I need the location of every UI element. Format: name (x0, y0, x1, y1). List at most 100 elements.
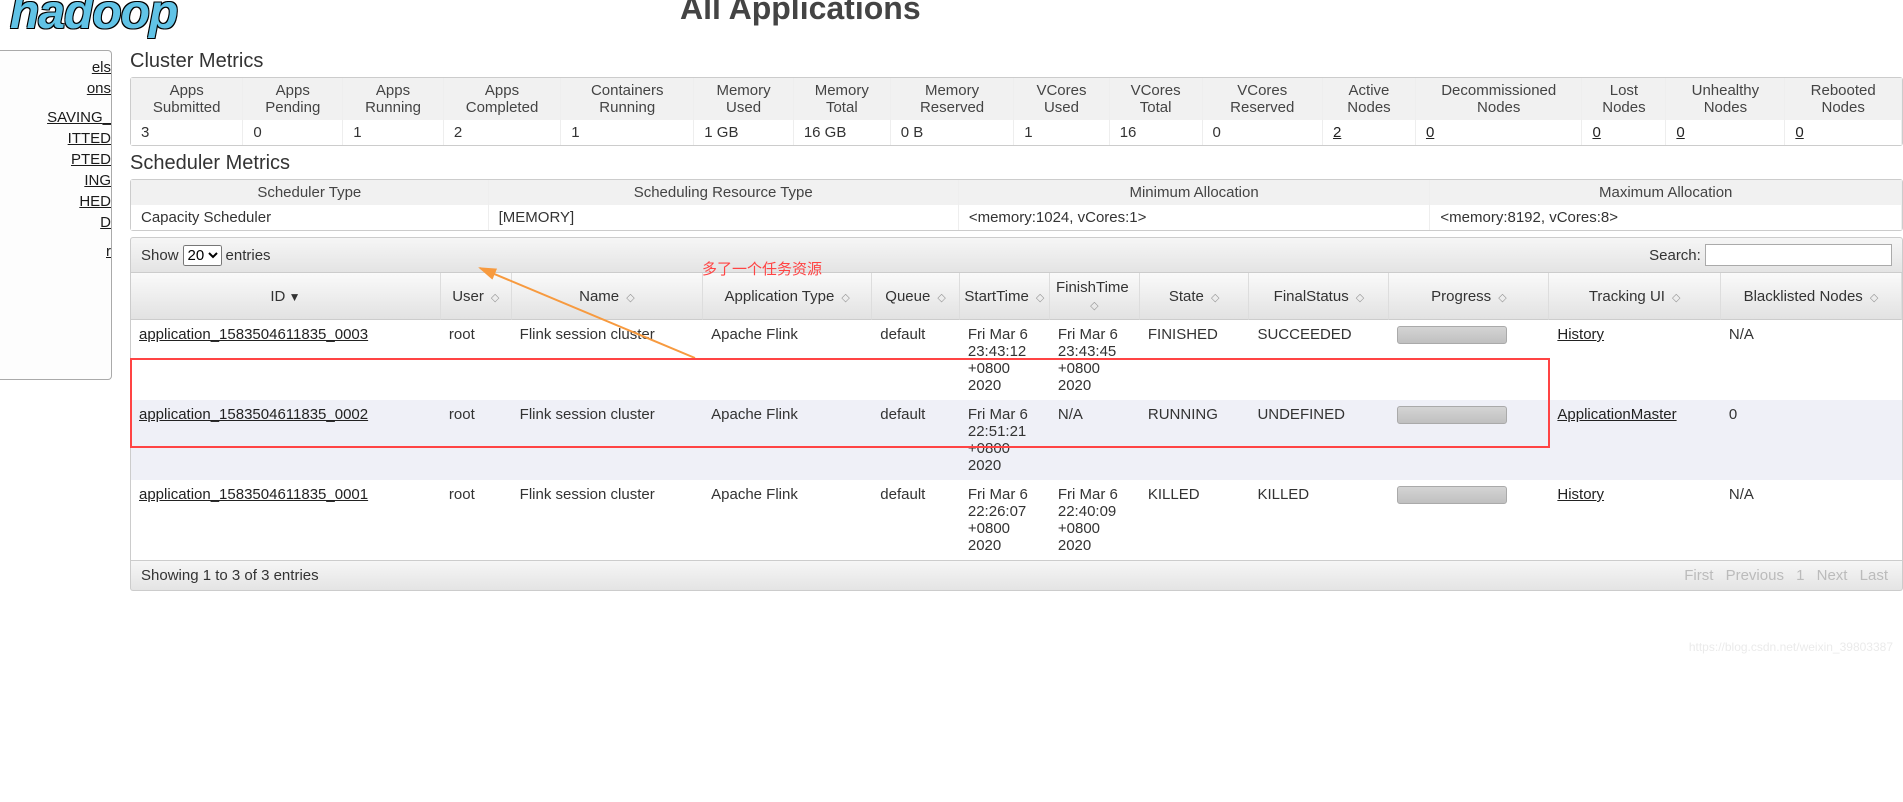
column-header[interactable]: User ◇ (441, 273, 512, 320)
metrics-value: 16 GB (794, 120, 891, 145)
cell-blacklist: N/A (1721, 320, 1902, 400)
id-link[interactable]: application_1583504611835_0001 (139, 486, 368, 503)
page-first[interactable]: First (1684, 567, 1713, 584)
tracking-link[interactable]: ApplicationMaster (1557, 406, 1676, 423)
page-prev[interactable]: Previous (1726, 567, 1784, 584)
metrics-value: 1 (561, 120, 694, 145)
metrics-value: 0 (1416, 120, 1582, 145)
datatable-footer: Showing 1 to 3 of 3 entries First Previo… (130, 561, 1903, 591)
cell-type: Apache Flink (703, 480, 872, 560)
metrics-value: 3 (131, 120, 243, 145)
metrics-header: VCores Reserved (1203, 78, 1323, 120)
metrics-link[interactable]: 0 (1676, 124, 1684, 141)
column-header[interactable]: StartTime ◇ (960, 273, 1050, 320)
metrics-header: VCores Total (1110, 78, 1203, 120)
metrics-value: 2 (444, 120, 561, 145)
cluster-metrics-table: Apps SubmittedApps PendingApps RunningAp… (130, 77, 1903, 146)
metrics-link[interactable]: 0 (1426, 124, 1434, 141)
cell-start: Fri Mar 6 22:51:21 +0800 2020 (960, 400, 1050, 480)
cell-blacklist: N/A (1721, 480, 1902, 560)
table-row: application_1583504611835_0001rootFlink … (131, 480, 1902, 560)
metrics-header: Unhealthy Nodes (1666, 78, 1785, 120)
cell-final: KILLED (1249, 480, 1389, 560)
sidebar-link[interactable]: D (6, 212, 111, 233)
cell-tracking: ApplicationMaster (1549, 400, 1721, 480)
column-header[interactable]: Application Type ◇ (703, 273, 872, 320)
progress-bar (1397, 406, 1507, 424)
cell-progress (1389, 320, 1549, 400)
sidebar-link[interactable]: ons (6, 78, 111, 99)
page-current[interactable]: 1 (1796, 567, 1804, 584)
search-input[interactable] (1705, 244, 1892, 266)
cell-name: Flink session cluster (512, 400, 703, 480)
sidebar-link[interactable]: ING (6, 170, 111, 191)
sidebar-link[interactable]: HED (6, 191, 111, 212)
cell-state: FINISHED (1140, 320, 1250, 400)
metrics-value: Capacity Scheduler (131, 205, 489, 230)
cell-final: SUCCEEDED (1249, 320, 1389, 400)
column-header[interactable]: Queue ◇ (872, 273, 960, 320)
cell-state: KILLED (1140, 480, 1250, 560)
metrics-header: Lost Nodes (1582, 78, 1666, 120)
sidebar-link[interactable]: r (6, 241, 111, 262)
column-header[interactable]: Blacklisted Nodes ◇ (1721, 273, 1902, 320)
cell-tracking: History (1549, 480, 1721, 560)
metrics-header: Apps Running (343, 78, 444, 120)
sidebar-link[interactable]: els (6, 57, 111, 78)
cell-finish: Fri Mar 6 23:43:45 +0800 2020 (1050, 320, 1140, 400)
tracking-link[interactable]: History (1557, 486, 1604, 503)
cell-blacklist: 0 (1721, 400, 1902, 480)
annotation-text: 多了一个任务资源 (702, 258, 822, 279)
column-header[interactable]: Tracking UI ◇ (1549, 273, 1721, 320)
sidebar: els ons _SAVING ITTED PTED ING HED D r (0, 50, 112, 380)
progress-bar (1397, 326, 1507, 344)
entries-label: entries (226, 247, 271, 264)
cell-id: application_1583504611835_0001 (131, 480, 441, 560)
watermark: https://blog.csdn.net/weixin_39803387 (1689, 640, 1893, 654)
metrics-value: <memory:8192, vCores:8> (1430, 205, 1902, 230)
entries-select[interactable]: 20 (183, 245, 222, 266)
metrics-value: [MEMORY] (489, 205, 959, 230)
applications-table: ID ▼User ◇Name ◇Application Type ◇Queue … (130, 273, 1903, 561)
metrics-value: 0 B (891, 120, 1014, 145)
main-content: Cluster Metrics Apps SubmittedApps Pendi… (112, 40, 1903, 591)
cell-user: root (441, 320, 512, 400)
cell-state: RUNNING (1140, 400, 1250, 480)
tracking-link[interactable]: History (1557, 326, 1604, 343)
metrics-link[interactable]: 2 (1333, 124, 1341, 141)
metrics-value: 0 (243, 120, 343, 145)
metrics-value: 1 (343, 120, 444, 145)
column-header[interactable]: ID ▼ (131, 273, 441, 320)
metrics-header: Apps Pending (243, 78, 343, 120)
metrics-link[interactable]: 0 (1592, 124, 1600, 141)
cell-user: root (441, 400, 512, 480)
sidebar-link[interactable]: ITTED (6, 128, 111, 149)
column-header[interactable]: State ◇ (1140, 273, 1250, 320)
column-header[interactable]: FinalStatus ◇ (1249, 273, 1389, 320)
metrics-header: Scheduler Type (131, 180, 489, 205)
metrics-link[interactable]: 0 (1795, 124, 1803, 141)
id-link[interactable]: application_1583504611835_0003 (139, 326, 368, 343)
metrics-value: 1 (1014, 120, 1109, 145)
table-row: application_1583504611835_0002 rootFlink … (131, 400, 1902, 480)
cell-user: root (441, 480, 512, 560)
cell-queue: default (872, 480, 960, 560)
sidebar-link[interactable]: _SAVING (6, 107, 111, 128)
page-last[interactable]: Last (1860, 567, 1888, 584)
column-header[interactable]: Name ◇ (512, 273, 703, 320)
metrics-header: Rebooted Nodes (1785, 78, 1902, 120)
metrics-value: 0 (1785, 120, 1902, 145)
page-next[interactable]: Next (1817, 567, 1848, 584)
column-header[interactable]: FinishTime ◇ (1050, 273, 1140, 320)
metrics-header: Memory Used (694, 78, 794, 120)
cell-type: Apache Flink (703, 400, 872, 480)
column-header[interactable]: Progress ◇ (1389, 273, 1549, 320)
id-link[interactable]: application_1583504611835_0002 (139, 406, 368, 423)
cell-name: Flink session cluster (512, 320, 703, 400)
metrics-header: Minimum Allocation (959, 180, 1431, 205)
metrics-header: Containers Running (561, 78, 694, 120)
sidebar-link[interactable]: PTED (6, 149, 111, 170)
cell-finish: Fri Mar 6 22:40:09 +0800 2020 (1050, 480, 1140, 560)
scheduler-metrics-title: Scheduler Metrics (130, 152, 1903, 175)
metrics-header: Maximum Allocation (1430, 180, 1902, 205)
